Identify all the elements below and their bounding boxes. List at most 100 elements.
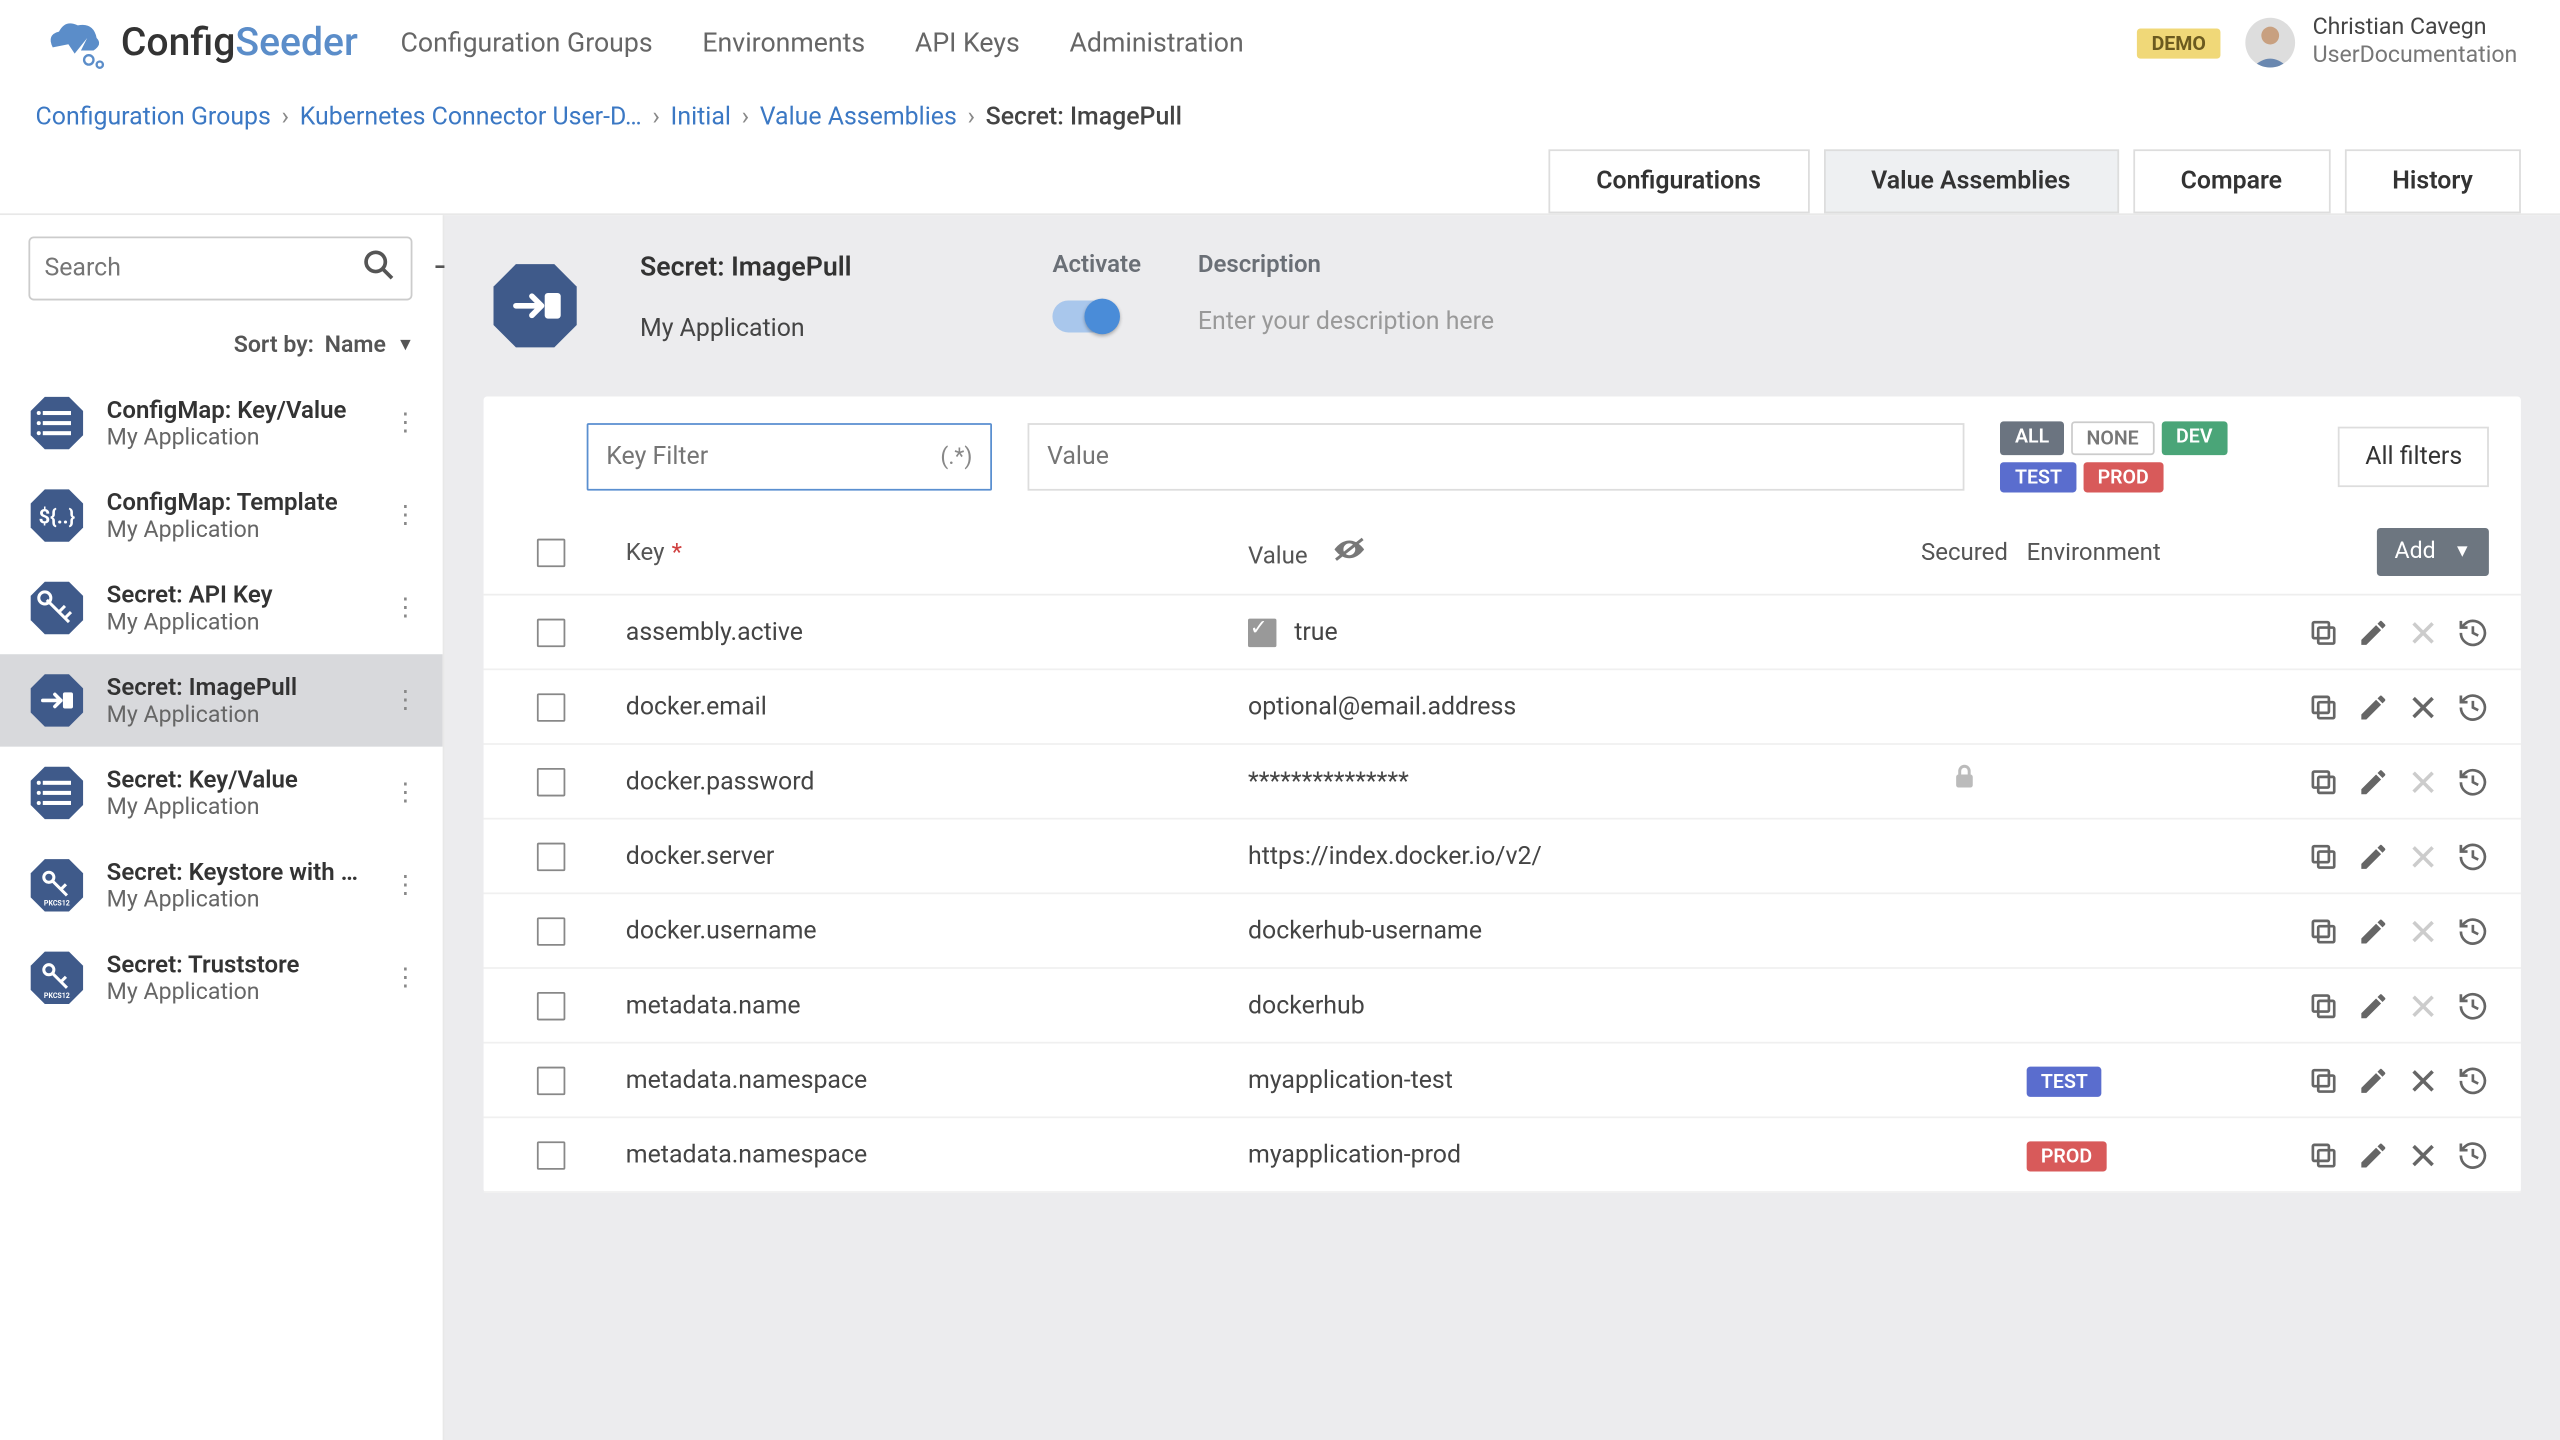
value-filter[interactable] <box>1028 423 1966 491</box>
tab-value-assemblies[interactable]: Value Assemblies <box>1823 149 2118 213</box>
add-row-button[interactable]: Add▼ <box>2377 528 2489 576</box>
topnav-environments[interactable]: Environments <box>702 27 865 59</box>
chevron-right-icon: › <box>282 103 290 131</box>
env-chip-prod[interactable]: PROD <box>2083 462 2163 492</box>
table-row: metadata.namedockerhub <box>484 969 2521 1044</box>
row-checkbox[interactable] <box>537 842 565 870</box>
top-nav: Configuration Groups Environments API Keys… <box>401 27 2138 59</box>
history-icon[interactable] <box>2457 989 2489 1021</box>
history-icon[interactable] <box>2457 1064 2489 1096</box>
delete-icon[interactable] <box>2407 1064 2439 1096</box>
copy-icon[interactable] <box>2308 1064 2340 1096</box>
activate-toggle[interactable] <box>1052 300 1116 332</box>
more-menu-icon[interactable]: ⋮ <box>386 779 425 807</box>
key-cell: docker.server <box>587 842 1248 870</box>
history-icon[interactable] <box>2457 765 2489 797</box>
history-icon[interactable] <box>2457 840 2489 872</box>
search-input[interactable] <box>44 254 360 282</box>
sidebar-item-sub: My Application <box>107 516 368 543</box>
logo[interactable]: ConfigSeeder <box>43 16 358 69</box>
more-menu-icon[interactable]: ⋮ <box>386 964 425 992</box>
copy-icon[interactable] <box>2308 691 2340 723</box>
tab-history[interactable]: History <box>2344 149 2521 213</box>
description-input[interactable]: Enter your description here <box>1198 308 2517 336</box>
delete-icon[interactable] <box>2407 1139 2439 1171</box>
sidebar-item-title: Secret: Keystore with … <box>107 858 368 886</box>
copy-icon[interactable] <box>2308 1139 2340 1171</box>
history-icon[interactable] <box>2457 691 2489 723</box>
breadcrumb-item[interactable]: Initial <box>671 103 731 131</box>
history-icon[interactable] <box>2457 915 2489 947</box>
edit-icon[interactable] <box>2357 691 2389 723</box>
sidebar-item[interactable]: Secret: ImagePullMy Application⋮ <box>0 654 443 746</box>
topnav-api-keys[interactable]: API Keys <box>915 27 1020 59</box>
edit-icon[interactable] <box>2357 989 2389 1021</box>
env-chip-none[interactable]: NONE <box>2071 421 2155 455</box>
key-filter[interactable]: (.*) <box>587 423 992 491</box>
more-menu-icon[interactable]: ⋮ <box>386 409 425 437</box>
search-box[interactable] <box>28 236 412 300</box>
tab-configurations[interactable]: Configurations <box>1548 149 1809 213</box>
secured-cell <box>1902 761 2026 802</box>
toggle-visibility-icon[interactable] <box>1331 541 1367 569</box>
row-checkbox[interactable] <box>537 767 565 795</box>
regex-hint: (.*) <box>940 444 972 471</box>
more-menu-icon[interactable]: ⋮ <box>386 686 425 714</box>
row-checkbox[interactable] <box>537 1140 565 1168</box>
more-menu-icon[interactable]: ⋮ <box>386 594 425 622</box>
main-panel: Secret: ImagePull My Application Activat… <box>444 215 2560 1440</box>
copy-icon[interactable] <box>2308 840 2340 872</box>
value-cell: *************** <box>1248 767 1902 795</box>
page-title: Secret: ImagePull <box>640 251 996 283</box>
edit-icon[interactable] <box>2357 840 2389 872</box>
more-menu-icon[interactable]: ⋮ <box>386 501 425 529</box>
tab-compare[interactable]: Compare <box>2133 149 2330 213</box>
breadcrumb-item[interactable]: Kubernetes Connector User-D… <box>300 103 642 131</box>
topnav-configuration-groups[interactable]: Configuration Groups <box>401 27 653 59</box>
env-chip-dev[interactable]: DEV <box>2162 421 2227 455</box>
table-row: docker.serverhttps://index.docker.io/v2/ <box>484 820 2521 895</box>
history-icon[interactable] <box>2457 616 2489 648</box>
row-checkbox[interactable] <box>537 916 565 944</box>
breadcrumb-item[interactable]: Configuration Groups <box>36 103 271 131</box>
avatar[interactable] <box>2245 18 2295 68</box>
value-filter-input[interactable] <box>1047 443 1946 471</box>
copy-icon[interactable] <box>2308 989 2340 1021</box>
edit-icon[interactable] <box>2357 765 2389 797</box>
history-icon[interactable] <box>2457 1139 2489 1171</box>
key-cell: docker.email <box>587 692 1248 720</box>
breadcrumb-item[interactable]: Value Assemblies <box>760 103 957 131</box>
sort-control[interactable]: Sort by: Name ▼ <box>0 322 443 377</box>
sidebar-item-title: ConfigMap: Template <box>107 488 368 516</box>
row-checkbox[interactable] <box>537 618 565 646</box>
sidebar-item[interactable]: PKCS12Secret: Keystore with …My Applicat… <box>0 839 443 931</box>
copy-icon[interactable] <box>2308 765 2340 797</box>
sidebar-item[interactable]: Secret: API KeyMy Application⋮ <box>0 562 443 654</box>
sidebar-item[interactable]: Secret: Key/ValueMy Application⋮ <box>0 747 443 839</box>
edit-icon[interactable] <box>2357 915 2389 947</box>
delete-icon <box>2407 915 2439 947</box>
sidebar-item[interactable]: ConfigMap: Key/ValueMy Application⋮ <box>0 377 443 469</box>
topnav-administration[interactable]: Administration <box>1070 27 1244 59</box>
copy-icon[interactable] <box>2308 915 2340 947</box>
breadcrumb: Configuration Groups › Kubernetes Connecto… <box>0 85 2560 149</box>
more-menu-icon[interactable]: ⋮ <box>386 871 425 899</box>
sidebar-item[interactable]: ${..} ConfigMap: TemplateMy Application ⋮ <box>0 469 443 561</box>
all-filters-button[interactable]: All filters <box>2339 427 2489 487</box>
search-icon[interactable] <box>361 246 397 290</box>
sidebar-item[interactable]: PKCS12Secret: TruststoreMy Application⋮ <box>0 932 443 1024</box>
edit-icon[interactable] <box>2357 1064 2389 1096</box>
copy-icon[interactable] <box>2308 616 2340 648</box>
row-checkbox[interactable] <box>537 1066 565 1094</box>
edit-icon[interactable] <box>2357 616 2389 648</box>
env-chip-test[interactable]: TEST <box>2001 462 2076 492</box>
delete-icon[interactable] <box>2407 691 2439 723</box>
select-all-checkbox[interactable] <box>537 538 565 566</box>
edit-icon[interactable] <box>2357 1139 2389 1171</box>
env-chip-all[interactable]: ALL <box>2001 421 2064 455</box>
template-icon: ${..} <box>25 484 89 548</box>
row-checkbox[interactable] <box>537 991 565 1019</box>
imagepull-icon <box>487 258 583 354</box>
key-filter-input[interactable] <box>606 443 940 471</box>
row-checkbox[interactable] <box>537 692 565 720</box>
